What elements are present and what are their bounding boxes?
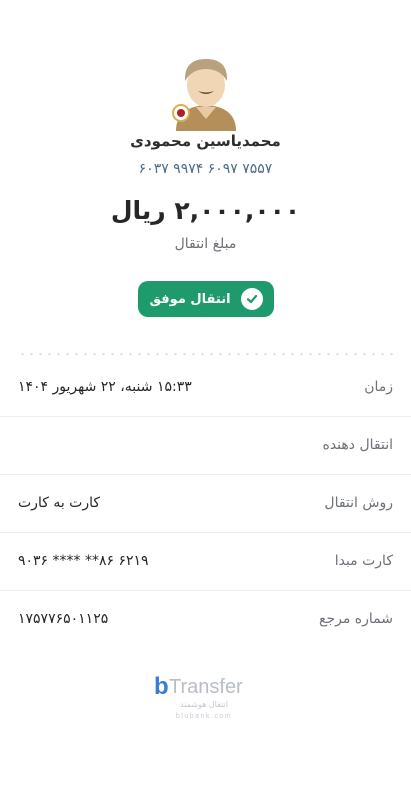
detail-key: روش انتقال [324,495,393,511]
svg-text:b: b [154,673,169,700]
detail-value: ۱۵:۳۳ شنبه، ۲۲ شهریور ۱۴۰۴ [18,379,192,395]
dotted-divider [18,353,393,355]
detail-row-time: زمان ۱۵:۳۳ شنبه، ۲۲ شهریور ۱۴۰۴ [0,358,411,417]
detail-value: ۱۷۵۷۷۶۵۰۱۱۲۵ [18,611,109,627]
detail-row-method: روش انتقال کارت به کارت [0,474,411,533]
svg-text:انتقال هوشمند: انتقال هوشمند [180,700,228,709]
sender-name: محمدیاسین محمودی [130,132,281,150]
detail-key: انتقال دهنده [322,437,393,453]
transfer-amount: ۲,۰۰۰,۰۰۰ ریال [110,196,301,225]
detail-value: کارت به کارت [18,495,101,511]
status-label: انتقال موفق [149,291,231,307]
svg-text:Transfer: Transfer [169,676,243,698]
detail-key: زمان [364,379,393,395]
detail-row-reference: شماره مرجع ۱۷۵۷۷۶۵۰۱۱۲۵ [0,590,411,648]
status-badge: انتقال موفق [138,281,274,317]
avatar [170,55,242,131]
detail-row-sender: انتقال دهنده [0,416,411,475]
detail-key: کارت مبدا [334,553,393,569]
transfer-amount-label: مبلغ انتقال [174,236,237,252]
sender-card-number: ۶۰۳۷ ۹۹۷۴ ۶۰۹۷ ۷۵۵۷ [138,161,273,177]
detail-row-source-card: کارت مبدا ۶۲۱۹ ۸۶** **** ۹۰۳۶ [0,532,411,591]
btransfer-logo: b Transfer انتقال هوشمند blubank.com [150,668,262,724]
check-icon [240,288,263,310]
svg-text:blubank.com: blubank.com [176,713,232,720]
detail-value: ۶۲۱۹ ۸۶** **** ۹۰۳۶ [18,553,149,569]
detail-key: شماره مرجع [319,611,393,627]
